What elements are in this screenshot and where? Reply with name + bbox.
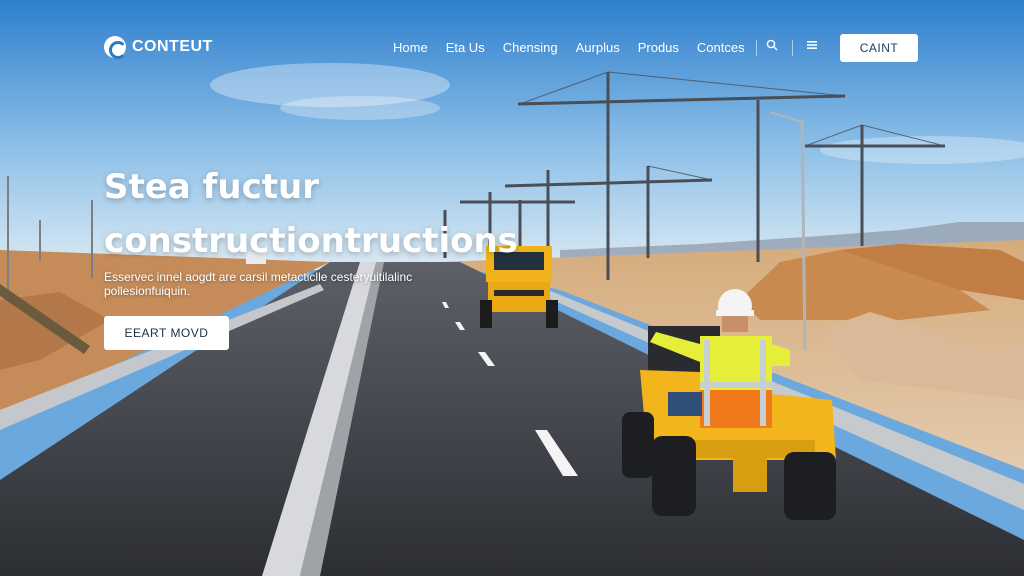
nav-divider — [756, 40, 757, 56]
site-header: CONTEUT Home Eta Us Chensing Aurplus Pro… — [0, 0, 1024, 96]
hero-cta-button[interactable]: EEART MOVD — [104, 316, 229, 350]
nav-item-about[interactable]: Eta Us — [446, 40, 485, 55]
menu-icon[interactable] — [806, 38, 818, 54]
nav-item-contact[interactable]: Contces — [697, 40, 745, 55]
hero-title: Stea fuctur constructiontructions — [104, 160, 518, 268]
cloud — [280, 96, 440, 120]
hero-title-line-1: Stea fuctur — [104, 167, 319, 207]
nav-divider — [792, 40, 793, 56]
hero-subtitle: Esservec innel aogdt are carsil metactic… — [104, 270, 413, 298]
nav-item-products[interactable]: Produs — [638, 40, 679, 55]
search-icon[interactable] — [766, 38, 778, 54]
main-nav: Home Eta Us Chensing Aurplus Produs Cont… — [393, 40, 763, 55]
logo-icon — [104, 36, 127, 59]
hero-title-line-2: constructiontructions — [104, 221, 518, 261]
nav-item-projects[interactable]: Aurplus — [576, 40, 620, 55]
nav-item-services[interactable]: Chensing — [503, 40, 558, 55]
brand-logo[interactable]: CONTEUT — [104, 36, 213, 59]
header-cta-button[interactable]: CAINT — [840, 34, 918, 62]
brand-name: CONTEUT — [132, 38, 213, 55]
nav-item-home[interactable]: Home — [393, 40, 428, 55]
